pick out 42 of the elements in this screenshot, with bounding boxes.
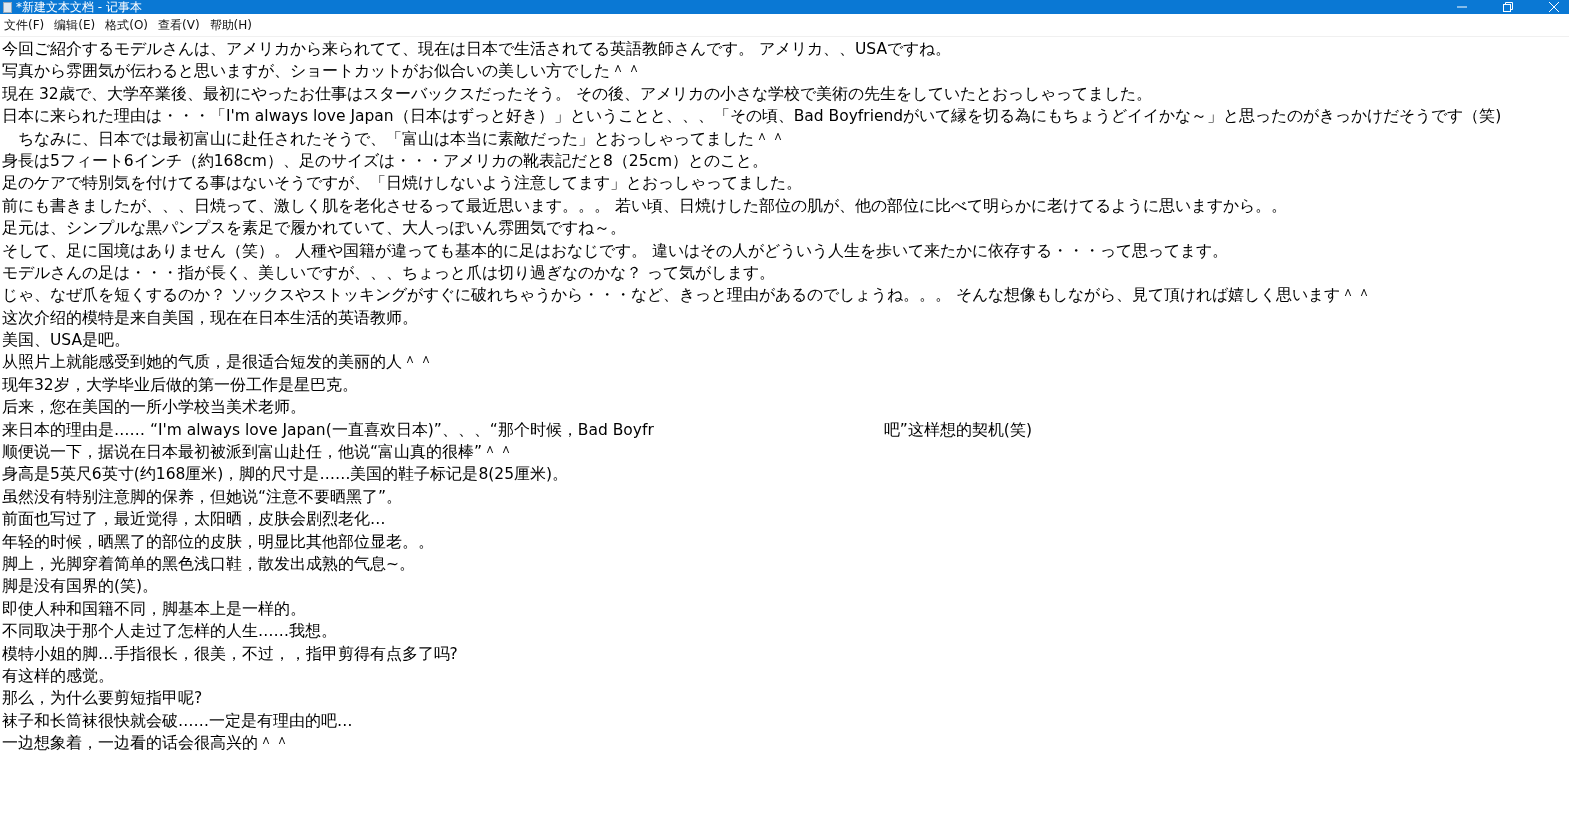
text-line: 吧”这样想的契机(笑): [883, 419, 1032, 441]
text-line: 顺便说一下，据说在日本最初被派到富山赴任，他说“富山真的很棒”＾＾: [2, 442, 515, 464]
text-line: 美国、USA是吧。: [2, 330, 131, 352]
text-line: 今回ご紹介するモデルさんは、アメリカから来られてて、現在は日本で生活されてる英語教師さんです。 アメリカ、、USAですね。: [2, 39, 951, 60]
text-line: 脚是没有国界的(笑)。: [2, 576, 159, 598]
text-line: 那么，为什么要剪短指甲呢?: [2, 688, 203, 710]
text-line: 后来，您在美国的一所小学校当美术老师。: [2, 397, 306, 419]
window-title: *新建文本文档 - 记事本: [16, 0, 142, 14]
text-line: 前にも書きましたが、、、日焼って、激しく肌を老化させるって最近思います。。。 若い頃、日焼けした部位の肌が、他の部位に比べて明らかに老けてるように思いますから。。: [2, 195, 1287, 217]
menu-item[interactable]: 帮助(H): [209, 16, 252, 34]
maximize-icon[interactable]: [1503, 2, 1513, 12]
text-line: ちなみに、日本では最初富山に赴任されたそうで、「富山は本当に素敵だった」とおっしゃってました＾＾: [17, 128, 786, 150]
text-line: 虽然没有特别注意脚的保养，但她说“注意不要晒黑了”。: [2, 486, 403, 508]
text-line: そして、足に国境はありません（笑）。 人種や国籍が違っても基本的に足はおなじです。 違いはその人がどういう人生を歩いて来たかに依存する・・・って思ってます。: [2, 240, 1228, 262]
menu-item[interactable]: 文件(F): [4, 16, 45, 34]
menu-item[interactable]: 查看(V): [158, 16, 200, 34]
text-line: モデルさんの足は・・・指が長く、美しいですが、、、ちょっと爪は切り過ぎなのかな？ って気がします。: [2, 262, 775, 284]
text-line: 一边想象着，一边看的话会很高兴的＾＾: [2, 733, 290, 755]
text-line: 不同取决于那个人走过了怎样的人生……我想。: [2, 621, 337, 643]
text-line: 现年32岁，大学毕业后做的第一份工作是星巴克。: [2, 374, 358, 396]
text-line: 足元は、シンプルな黒パンプスを素足で履かれていて、大人っぽいん雰囲気ですね～。: [2, 218, 626, 240]
text-line: 現在 32歳で、大学卒業後、最初にやったお仕事はスターバックスだったそう。 その後、アメリカの小さな学校で美術の先生をしていたとおっしゃってました。: [2, 83, 1152, 105]
text-line: 袜子和长筒袜很快就会破……一定是有理由的吧…: [2, 710, 353, 732]
text-line: 日本に来られた理由は・・・「I'm always love Japan（日本はずっと好き）」ということと、、、「その頃、Bad Boyfriendがいて縁を切る為にもちょうどイイかな～」と思ったのがきっかけだそうです（笑): [2, 106, 1502, 128]
text-line: 足のケアで特別気を付けてる事はないそうですが、「日焼けしないよう注意してます」とおっしゃってました。: [2, 173, 802, 195]
text-line: 这次介绍的模特是来自美国，现在在日本生活的英语教师。: [2, 307, 418, 329]
notepad-icon: [3, 1, 12, 13]
text-line: 来日本的理由是…… “I'm always love Japan(一直喜欢日本)”、、、“那个时候，Bad Boyfr: [2, 419, 654, 441]
menu-item[interactable]: 编辑(E): [54, 16, 96, 34]
text-line: 身高是5英尺6英寸(约168厘米)，脚的尺寸是……美国的鞋子标记是8(25厘米)。: [2, 464, 569, 486]
close-icon[interactable]: [1549, 2, 1559, 12]
text-line: 从照片上就能感受到她的气质，是很适合短发的美丽的人＾＾: [2, 352, 434, 374]
text-line: 年轻的时候，晒黑了的部位的皮肤，明显比其他部位显老。。: [2, 531, 434, 553]
text-line: 有这样的感觉。: [2, 665, 114, 687]
text-line: じゃ、なぜ爪を短くするのか？ ソックスやストッキングがすぐに破れちゃうから・・・など、きっと理由があるのでしょうね。。。 そんな想像もしながら、見て頂ければ嬉しく思います＾＾: [2, 285, 1372, 307]
text-line: 即使人种和国籍不同，脚基本上是一样的。: [2, 598, 306, 620]
text-line: 身長は5フィート6インチ（約168cm）、足のサイズは・・・アメリカの靴表記だと8（25cm）とのこと。: [2, 150, 769, 172]
menu-item[interactable]: 格式(O): [105, 16, 149, 34]
text-line: 写真から雰囲気が伝わると思いますが、ショートカットがお似合いの美しい方でした＾＾: [2, 61, 642, 83]
text-line: 前面也写过了，最近觉得，太阳晒，皮肤会剧烈老化…: [2, 509, 386, 531]
text-line: 脚上，光脚穿着简单的黑色浅口鞋，散发出成熟的气息~。: [2, 554, 415, 575]
text-line: 模特小姐的脚…手指很长，很美，不过，，指甲剪得有点多了吗?: [2, 643, 458, 665]
